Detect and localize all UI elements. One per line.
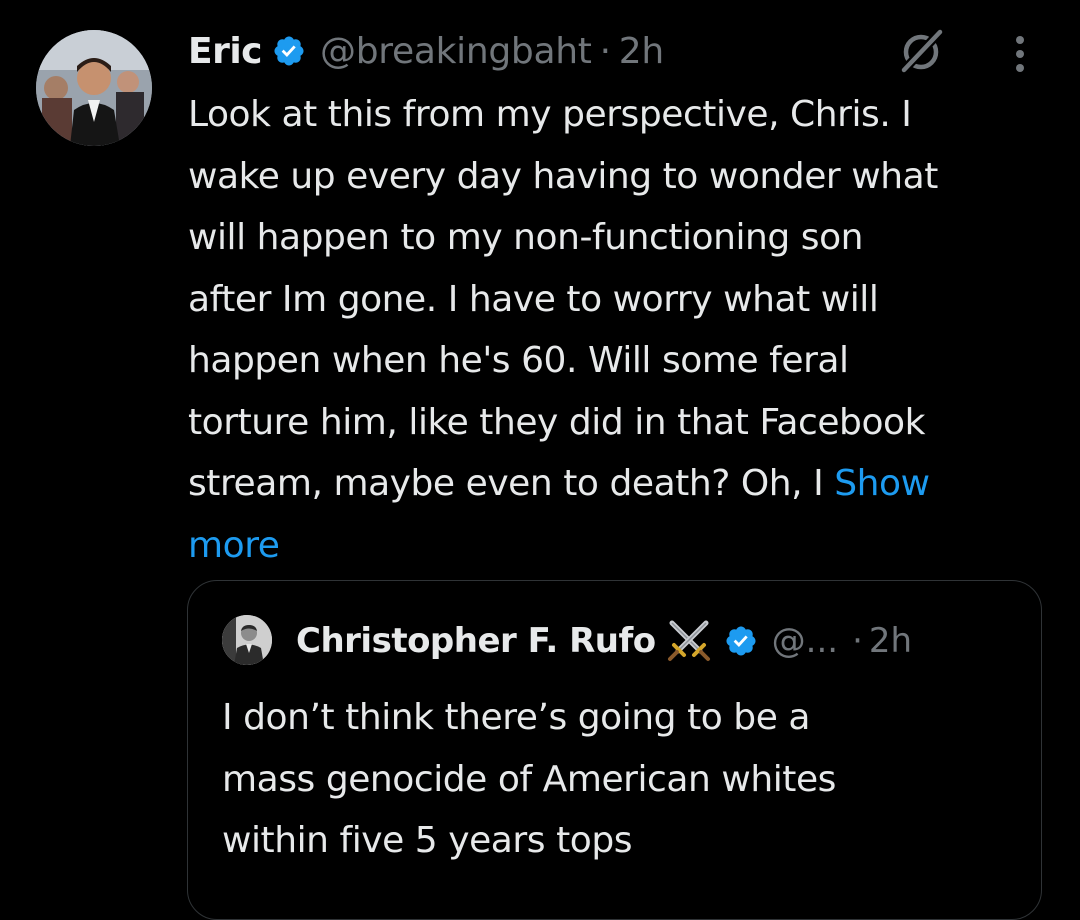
quoted-avatar-photo [222,615,272,665]
quoted-text-line: mass genocide of American whites [222,758,836,800]
avatar-photo [36,30,152,146]
show-more-line: more [188,515,1058,577]
header-separator: · [599,30,611,72]
tweet-text-line: torture him, like they did in that Faceb… [188,401,926,443]
tweet-text: Look at this from my perspective, Chris.… [188,84,1058,576]
quoted-verified-badge-icon [724,624,758,658]
show-more-link[interactable]: Show [834,463,930,504]
tweet-text-line: after Im gone. I have to worry what will [188,278,879,320]
tweet-text-line: stream, maybe even to death? Oh, I [188,463,835,504]
tweet-text-line: wake up every day having to wonder what [188,155,938,197]
quoted-tweet-header: Christopher F. Rufo @... · 2h [296,613,912,669]
quoted-author-avatar [222,615,272,665]
tweet[interactable]: Eric @breakingbaht · 2h Look at this fro… [0,0,1080,920]
tweet-timestamp[interactable]: 2h [619,31,664,72]
quoted-tweet-text: I don’t think there’s going to be a mass… [222,687,1022,872]
verified-badge-icon [272,34,306,68]
author-avatar[interactable] [36,30,152,146]
tweet-text-line-last: stream, maybe even to death? Oh, I Show [188,453,1058,515]
show-more-link-continued[interactable]: more [188,525,280,566]
crossed-swords-icon [664,619,714,663]
quoted-author-handle: @... [771,621,839,661]
quoted-header-separator: · [852,621,863,661]
quoted-timestamp: 2h [868,621,913,661]
tweet-text-line: Look at this from my perspective, Chris.… [188,94,912,135]
quoted-author-name: Christopher F. Rufo [296,621,656,661]
grok-icon[interactable] [896,27,946,77]
tweet-text-line: will happen to my non-functioning son [188,217,864,258]
tweet-text-line: happen when he's 60. Will some feral [188,340,849,381]
more-vertical-icon[interactable] [1000,32,1040,76]
quoted-text-line: within five 5 years tops [222,820,633,861]
tweet-header: Eric @breakingbaht · 2h [188,22,664,80]
author-handle[interactable]: @breakingbaht [320,31,592,72]
quoted-tweet[interactable]: Christopher F. Rufo @... · 2h I don’t th… [187,580,1042,920]
author-name[interactable]: Eric [188,31,263,72]
quoted-text-line: I don’t think there’s going to be a [222,697,811,738]
